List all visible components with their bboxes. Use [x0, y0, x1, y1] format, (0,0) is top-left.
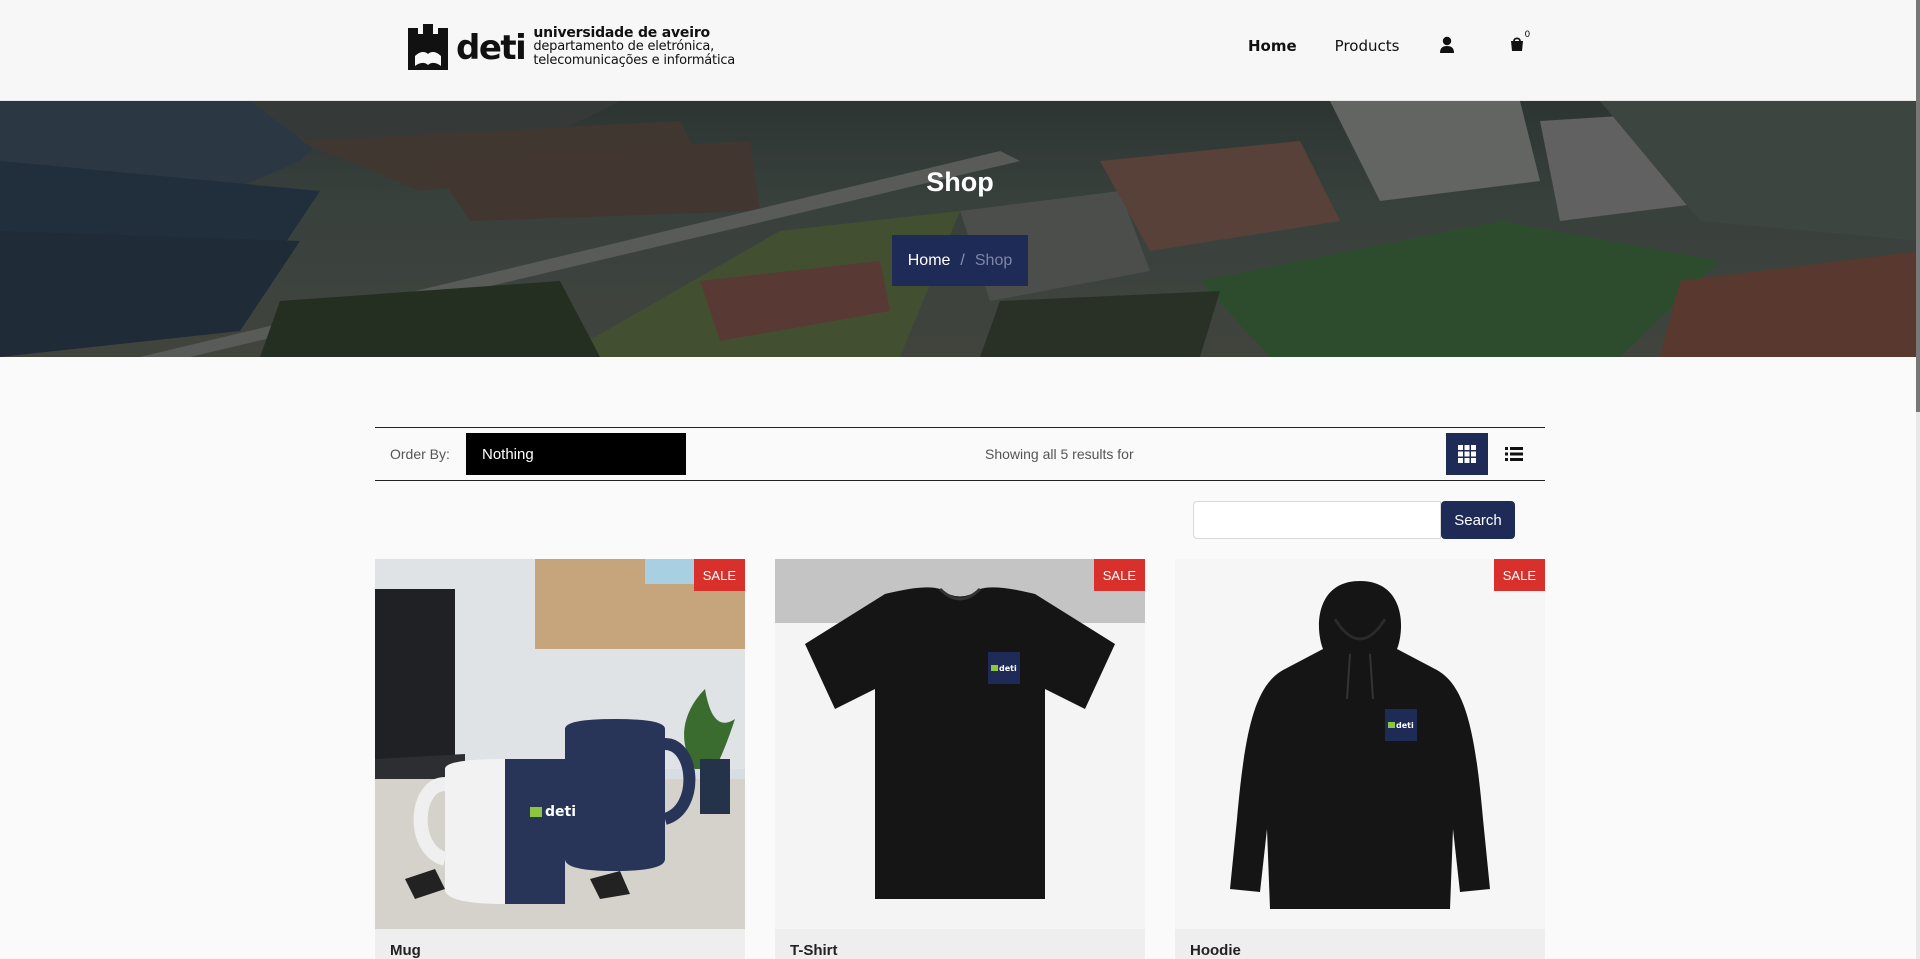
order-by-select[interactable]: Nothing: [466, 433, 686, 475]
logo-subtitle: universidade de aveiro departamento de e…: [533, 26, 735, 68]
page-title: Shop: [926, 167, 994, 197]
breadcrumb: Home / Shop: [892, 235, 1028, 286]
list-view-icon: [1505, 447, 1523, 461]
product-card-tshirt[interactable]: deti SALE T-Shirt: [775, 559, 1145, 959]
product-name-bar: Hoodie: [1175, 929, 1545, 959]
results-count-text: Showing all 5 results for: [985, 446, 1134, 462]
campus-aerial-image: [0, 101, 1920, 357]
product-name-bar: Mug: [375, 929, 745, 959]
sale-badge: SALE: [1493, 559, 1545, 591]
site-header: deti universidade de aveiro departamento…: [0, 0, 1920, 101]
nav-home-link[interactable]: Home: [1248, 37, 1297, 55]
svg-text:deti: deti: [999, 664, 1017, 673]
order-by-value: Nothing: [482, 445, 534, 463]
search-button[interactable]: Search: [1441, 501, 1515, 539]
product-name-bar: T-Shirt: [775, 929, 1145, 959]
product-card-mug[interactable]: deti SALE Mug: [375, 559, 745, 959]
grid-view-icon: [1458, 445, 1476, 463]
hero-banner: Shop Home / Shop: [0, 101, 1920, 357]
product-name[interactable]: Mug: [390, 942, 421, 959]
product-name[interactable]: T-Shirt: [790, 942, 838, 959]
cart-count-badge: 0: [1524, 30, 1531, 40]
svg-text:deti: deti: [1396, 721, 1414, 730]
order-by-label: Order By:: [390, 446, 450, 462]
breadcrumb-separator: /: [960, 251, 965, 269]
grid-view-button[interactable]: [1446, 433, 1488, 475]
logo-wordmark: deti: [456, 28, 527, 68]
scrollbar-thumb[interactable]: [1916, 0, 1920, 412]
page-scrollbar[interactable]: [1916, 0, 1920, 959]
product-image-tshirt[interactable]: deti SALE: [775, 559, 1145, 929]
nav-products-link[interactable]: Products: [1335, 37, 1400, 55]
main-nav: Home Products 0: [1248, 30, 1530, 56]
deti-logo[interactable]: deti universidade de aveiro departamento…: [406, 22, 735, 72]
sale-badge: SALE: [1093, 559, 1145, 591]
list-view-button[interactable]: [1493, 433, 1535, 475]
breadcrumb-home-link[interactable]: Home: [908, 252, 951, 270]
svg-text:deti: deti: [545, 804, 576, 820]
cart-icon[interactable]: 0: [1509, 30, 1530, 56]
search-input[interactable]: [1193, 501, 1441, 539]
product-name[interactable]: Hoodie: [1190, 942, 1241, 959]
product-image-hoodie[interactable]: deti SALE: [1175, 559, 1545, 929]
product-card-hoodie[interactable]: deti SALE Hoodie: [1175, 559, 1545, 959]
sale-badge: SALE: [693, 559, 745, 591]
user-icon[interactable]: [1439, 36, 1457, 56]
logo-department-line1: departamento de eletrónica,: [533, 39, 715, 54]
shop-toolbar: Order By: Nothing Showing all 5 results …: [375, 427, 1545, 481]
product-image-mug[interactable]: deti SALE: [375, 559, 745, 929]
logo-department-line2: telecomunicações e informática: [533, 53, 736, 68]
deti-logo-icon: [408, 24, 448, 70]
breadcrumb-current: Shop: [974, 251, 1013, 269]
logo-university: universidade de aveiro: [533, 25, 710, 41]
